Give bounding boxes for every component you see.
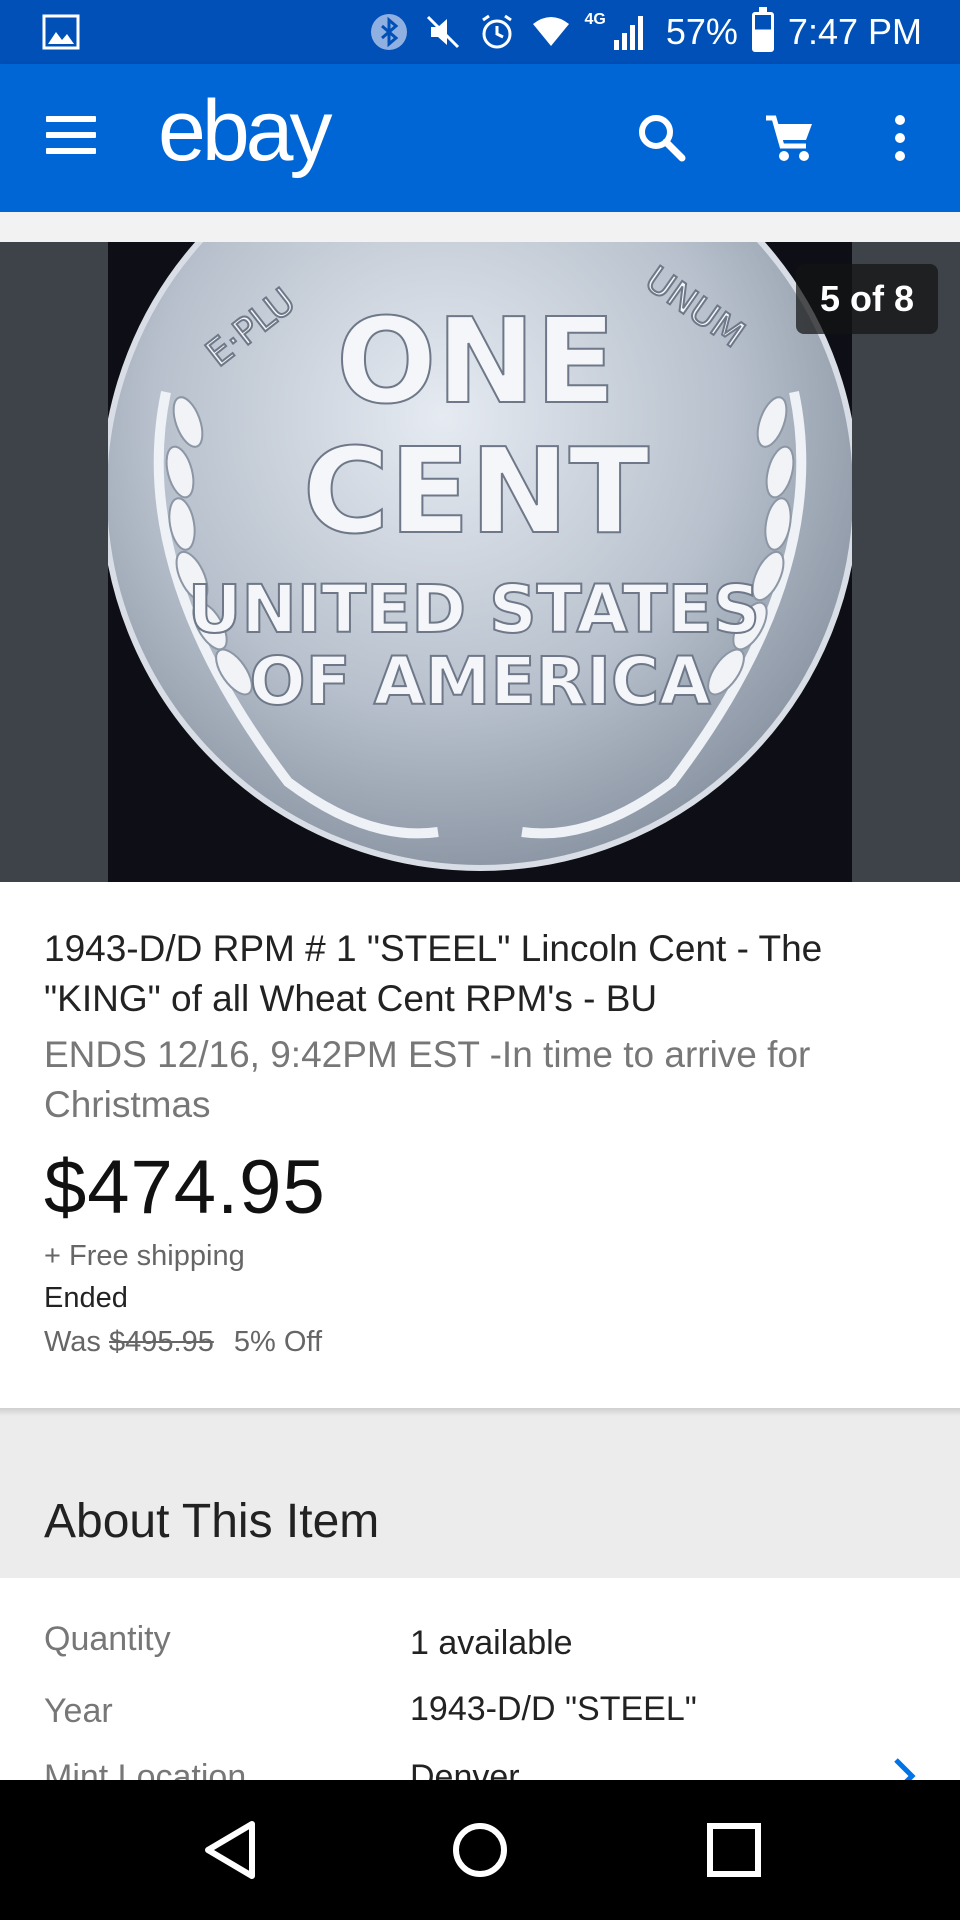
cart-icon[interactable] (762, 110, 818, 166)
top-spacer (0, 212, 960, 242)
ebay-logo[interactable]: ebay (158, 88, 332, 174)
image-counter: 5 of 8 (796, 264, 938, 334)
discount-label: 5% Off (233, 1326, 323, 1358)
home-icon[interactable] (410, 1780, 550, 1920)
spec-value: 1 available (410, 1624, 573, 1662)
spec-value: 1943-D/D "STEEL" (410, 1690, 697, 1728)
recent-apps-icon[interactable] (664, 1780, 804, 1920)
listing-status: Ended (44, 1282, 128, 1314)
wifi-icon (532, 17, 569, 46)
coin-text-united-states: UNITED STATES (188, 571, 760, 648)
alarm-icon (481, 14, 512, 49)
about-section-header: About This Item (0, 1416, 960, 1578)
item-title: 1943-D/D RPM # 1 "STEEL" Lincoln Cent - … (44, 928, 823, 1019)
was-price: $495.95 (109, 1326, 214, 1358)
spec-value: Denver (410, 1758, 520, 1780)
spec-row-year: Year 1943-D/D "STEEL" (0, 1690, 960, 1758)
mute-icon (426, 15, 459, 49)
coin-text-of-america: OF AMERICA (250, 643, 711, 720)
original-price: Was $495.95 5% Off (44, 1326, 322, 1359)
image-carousel[interactable]: E·PLU UNUM ONE CENT UNITED STATES OF AME… (0, 242, 960, 882)
back-icon[interactable] (160, 1780, 300, 1920)
end-time: ENDS 12/16, 9:42PM EST -In time to arriv… (44, 1034, 811, 1125)
item-specifics[interactable]: Quantity 1 available Year 1943-D/D "STEE… (0, 1578, 960, 1780)
chevron-right-icon[interactable] (892, 1756, 916, 1780)
network-label: 4G (584, 11, 606, 28)
was-prefix: Was (44, 1326, 101, 1358)
section-divider (0, 1408, 960, 1416)
coin-text-one: ONE (336, 292, 616, 430)
bluetooth-icon (370, 14, 407, 50)
item-details: 1943-D/D RPM # 1 "STEEL" Lincoln Cent - … (0, 882, 960, 1408)
spec-row-quantity: Quantity 1 available (0, 1620, 960, 1686)
about-title: About This Item (44, 1495, 380, 1548)
battery-percent: 57% (665, 11, 738, 52)
search-icon[interactable] (634, 110, 690, 166)
item-image[interactable]: E·PLU UNUM ONE CENT UNITED STATES OF AME… (108, 242, 852, 882)
app-bar: ebay (0, 64, 960, 212)
coin-image: E·PLU UNUM ONE CENT UNITED STATES OF AME… (108, 242, 852, 871)
coin-text-cent: CENT (303, 422, 649, 560)
gallery-icon (42, 14, 80, 50)
system-nav-bar (0, 1780, 960, 1920)
status-bar: 4G 57% 7:47 PM (0, 0, 960, 64)
battery-icon (751, 7, 774, 52)
menu-icon[interactable] (46, 116, 100, 160)
signal-icon (613, 16, 643, 50)
spec-label: Year (44, 1692, 113, 1730)
item-price: $474.95 (44, 1145, 326, 1230)
more-vert-icon[interactable] (878, 110, 934, 166)
spec-label: Quantity (44, 1620, 171, 1658)
spec-label: Mint Location (44, 1758, 247, 1780)
shipping-info: + Free shipping (44, 1240, 245, 1272)
spec-row-mint-location: Mint Location Denver (0, 1758, 960, 1780)
clock: 7:47 PM (787, 11, 922, 52)
